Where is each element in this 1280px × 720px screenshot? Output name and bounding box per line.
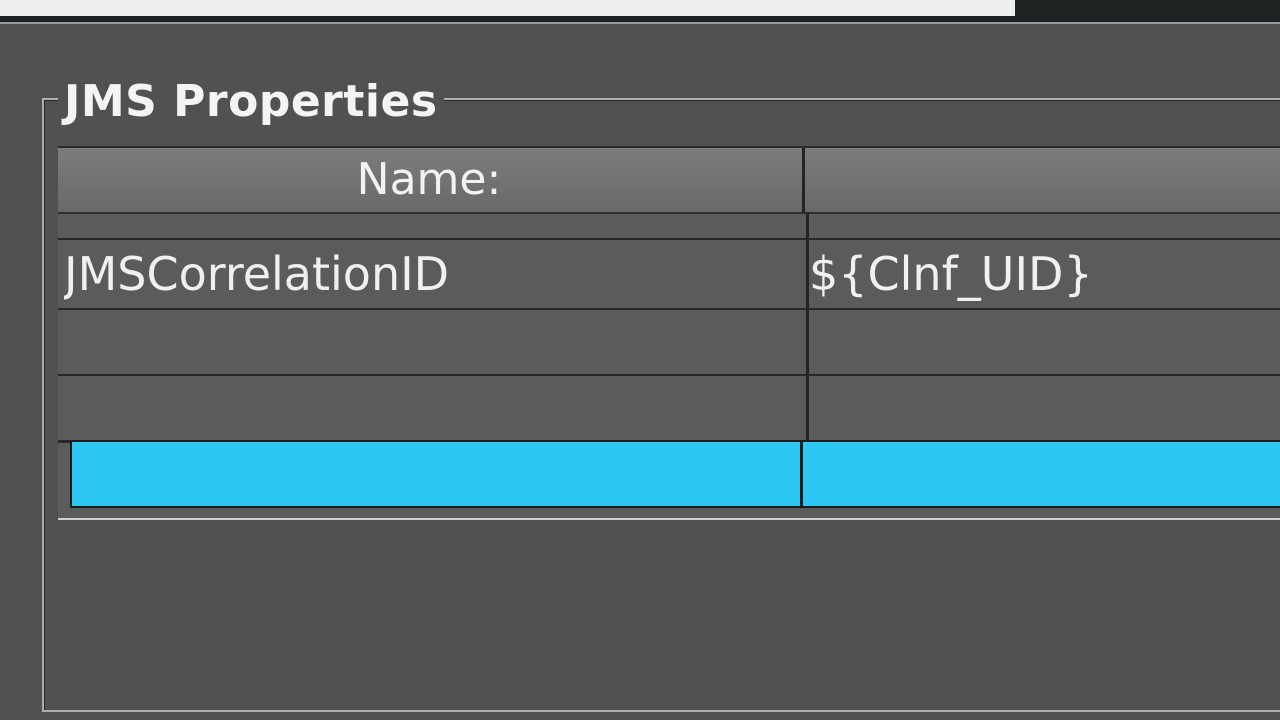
table-row-selected[interactable] [70,440,1280,508]
table-row[interactable]: JMSCorrelationID ${Clnf_UID} [58,240,1280,311]
cell-value [806,214,1280,238]
cell-name [64,214,798,238]
cell-name [78,442,812,506]
top-bar [0,0,1280,24]
column-header-value[interactable] [802,148,1280,212]
group-title: JMS Properties [58,74,444,130]
table-row[interactable] [58,376,1280,443]
table-row-partial[interactable] [58,214,1280,241]
cell-name [64,376,798,440]
cell-value [806,310,1280,374]
cell-value [800,442,1277,506]
table-header: Name: [58,148,1280,214]
cell-name: JMSCorrelationID [64,247,450,301]
cell-value [806,376,1280,440]
cell-value: ${Clnf_UID} [806,240,1280,308]
column-header-name[interactable]: Name: [58,148,800,212]
cell-name [64,310,798,374]
jms-properties-table[interactable]: Name: JMSCorrelationID ${Clnf_UID} [58,146,1280,520]
table-row[interactable] [58,310,1280,377]
top-text-field[interactable] [0,0,1015,16]
